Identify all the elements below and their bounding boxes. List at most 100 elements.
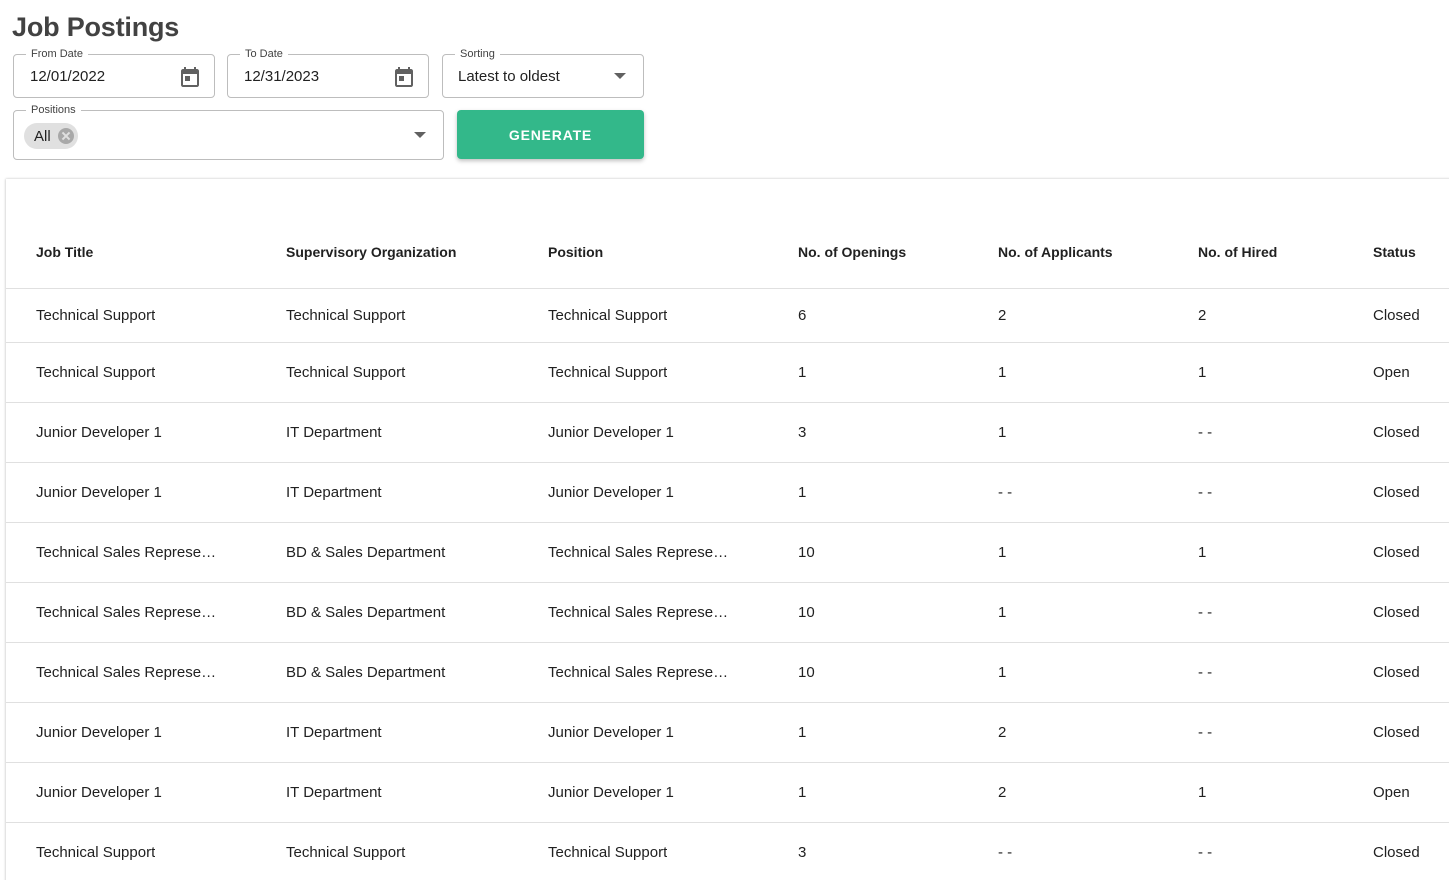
cell-job-title: Junior Developer 1 [6,762,286,823]
from-date-value: 12/01/2022 [30,67,106,85]
cell-applicants: 2 [998,288,1198,343]
cell-supervisory-organization: Technical Support [286,342,548,403]
cell-applicants: 2 [998,702,1198,763]
cell-hired: - - [1198,462,1373,523]
position-chip-all: All [24,123,78,149]
cell-job-title: Technical Sales Represe… [6,522,286,583]
cell-status: Closed [1373,702,1449,763]
cell-position-text: Junior Developer 1 [548,723,674,741]
cell-openings: 10 [798,522,998,583]
col-applicants[interactable]: No. of Applicants [998,217,1198,289]
cell-supervisory-organization: BD & Sales Department [286,522,548,583]
cell-hired: - - [1198,822,1373,880]
table-row[interactable]: Technical Support Technical Support Techni… [6,288,1449,343]
cell-hired: - - [1198,582,1373,643]
chevron-down-icon[interactable] [614,73,626,79]
cell-status: Closed [1373,402,1449,463]
cell-applicants: 2 [998,762,1198,823]
cell-job-title: Junior Developer 1 [6,462,286,523]
to-date-value: 12/31/2023 [244,67,320,85]
cell-job-title-text: Technical Support [36,306,156,324]
generate-button[interactable]: GENERATE [457,110,644,159]
cell-status: Closed [1373,462,1449,523]
cell-position-text: Technical Support [548,363,668,381]
calendar-icon[interactable] [178,65,202,89]
cell-job-title-text: Junior Developer 1 [36,723,162,741]
cell-openings: 3 [798,822,998,880]
to-date-field[interactable]: To Date 12/31/2023 [227,48,429,98]
cell-status: Closed [1373,822,1449,880]
cell-position: Junior Developer 1 [548,762,798,823]
cell-hired: 1 [1198,342,1373,403]
table-row[interactable]: Technical Sales Represe… BD & Sales Depar… [6,582,1449,643]
col-openings[interactable]: No. of Openings [798,217,998,289]
cell-position: Technical Sales Represe… [548,522,798,583]
cell-status: Closed [1373,582,1449,643]
cell-job-title-text: Technical Support [36,363,156,381]
job-postings-table-card: Job Title Supervisory Organization Posit… [6,179,1449,880]
cell-status: Open [1373,342,1449,403]
sorting-select[interactable]: Sorting Latest to oldest [442,48,644,98]
col-status[interactable]: Status [1373,217,1449,289]
job-postings-table: Job Title Supervisory Organization Posit… [6,217,1449,880]
col-job-title[interactable]: Job Title [6,217,286,289]
cell-job-title: Technical Support [6,342,286,403]
table-row[interactable]: Technical Sales Represe… BD & Sales Depar… [6,642,1449,703]
page-title: Job Postings [12,12,180,42]
sorting-value: Latest to oldest [458,67,560,85]
cell-job-title-text: Technical Sales Represe… [36,543,217,561]
cell-position: Junior Developer 1 [548,462,798,523]
cell-job-title: Technical Support [6,288,286,343]
cell-job-title-text: Technical Sales Represe… [36,603,217,621]
cell-position-text: Junior Developer 1 [548,783,674,801]
col-supervisory-organization[interactable]: Supervisory Organization [286,217,548,289]
chevron-down-icon[interactable] [414,132,426,138]
cell-job-title-text: Technical Sales Represe… [36,663,217,681]
cell-openings: 1 [798,702,998,763]
chip-label: All [34,127,51,145]
cell-position-text: Technical Sales Represe… [548,663,729,681]
cell-status: Closed [1373,288,1449,343]
cell-job-title: Technical Support [6,822,286,880]
cell-job-title: Junior Developer 1 [6,702,286,763]
table-row[interactable]: Junior Developer 1 IT Department Junior De… [6,462,1449,523]
cell-openings: 3 [798,402,998,463]
cell-supervisory-organization: IT Department [286,762,548,823]
cell-position: Technical Sales Represe… [548,642,798,703]
cell-supervisory-organization: IT Department [286,462,548,523]
cell-hired: 2 [1198,288,1373,343]
cell-applicants: - - [998,822,1198,880]
cell-supervisory-organization: BD & Sales Department [286,642,548,703]
table-row[interactable]: Junior Developer 1 IT Department Junior De… [6,762,1449,823]
cell-position: Technical Support [548,822,798,880]
table-row[interactable]: Technical Support Technical Support Techni… [6,822,1449,880]
cell-position: Technical Support [548,288,798,343]
cell-job-title-text: Junior Developer 1 [36,423,162,441]
cell-position: Junior Developer 1 [548,402,798,463]
table-row[interactable]: Technical Sales Represe… BD & Sales Depar… [6,522,1449,583]
table-row[interactable]: Technical Support Technical Support Techni… [6,342,1449,403]
from-date-field[interactable]: From Date 12/01/2022 [13,48,215,98]
table-row[interactable]: Junior Developer 1 IT Department Junior De… [6,702,1449,763]
cell-openings: 1 [798,342,998,403]
cell-hired: 1 [1198,762,1373,823]
col-position[interactable]: Position [548,217,798,289]
cell-supervisory-organization: IT Department [286,402,548,463]
cell-hired: - - [1198,702,1373,763]
cell-openings: 1 [798,462,998,523]
cell-applicants: 1 [998,642,1198,703]
table-row[interactable]: Junior Developer 1 IT Department Junior De… [6,402,1449,463]
cell-status: Open [1373,762,1449,823]
calendar-icon[interactable] [392,65,416,89]
positions-select[interactable]: Positions All [13,104,444,160]
cell-position: Junior Developer 1 [548,702,798,763]
cell-status: Closed [1373,522,1449,583]
chip-remove-icon[interactable] [57,128,74,144]
positions-label: Positions [26,104,81,116]
table-header-row: Job Title Supervisory Organization Posit… [6,217,1449,289]
cell-applicants: 1 [998,342,1198,403]
cell-openings: 10 [798,582,998,643]
cell-hired: - - [1198,402,1373,463]
cell-status: Closed [1373,642,1449,703]
col-hired[interactable]: No. of Hired [1198,217,1373,289]
